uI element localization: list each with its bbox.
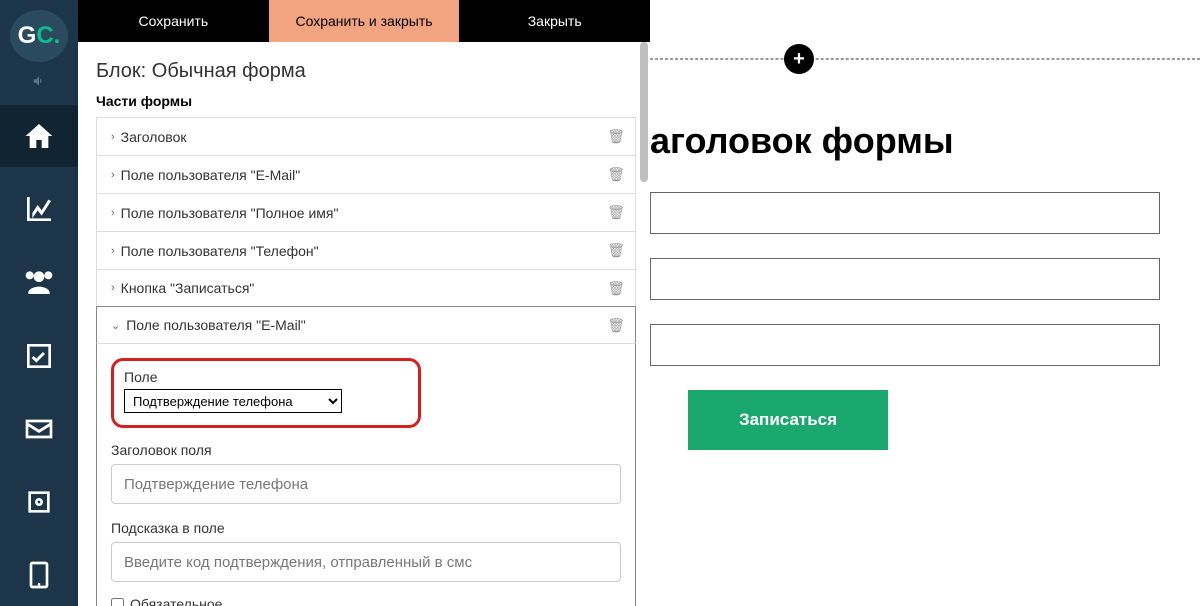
chevron-right-icon: › [111,282,115,294]
part-label: Поле пользователя "Полное имя" [121,205,339,221]
preview-input[interactable] [650,192,1160,234]
chevron-right-icon: › [111,207,115,219]
trash-icon[interactable]: 🗑 [607,317,625,334]
chevron-right-icon: › [111,169,115,181]
close-button[interactable]: Закрыть [459,0,650,42]
part-label: Кнопка "Записаться" [121,280,255,296]
section-divider [650,58,1200,60]
submit-button[interactable]: Записаться [688,390,888,450]
part-row[interactable]: › Поле пользователя "E-Mail" 🗑 [96,155,636,193]
nav-users[interactable] [0,252,78,313]
nav-chart[interactable] [0,179,78,240]
chevron-right-icon: › [111,131,115,143]
trash-icon[interactable]: 🗑 [607,128,625,145]
scrollbar-thumb[interactable] [640,42,648,182]
part-row[interactable]: › Кнопка "Записаться" 🗑 [96,269,636,307]
part-label: Поле пользователя "Телефон" [121,243,319,259]
sidebar: GC. [0,0,78,606]
expanded-body: Поле Подтверждение телефона Заголовок по… [96,344,636,606]
add-section-button[interactable]: + [784,44,814,74]
part-label: Заголовок [121,129,187,145]
chevron-right-icon: › [111,245,115,257]
part-row-expanded[interactable]: ⌄ Поле пользователя "E-Mail" 🗑 [96,306,636,344]
block-title: Блок: Обычная форма [96,60,636,83]
part-label: Поле пользователя "E-Mail" [121,167,301,183]
hint-input[interactable] [111,542,621,582]
required-label: Обязательное [130,596,222,606]
field-select[interactable]: Подтверждение телефона [124,389,342,413]
save-button[interactable]: Сохранить [78,0,269,42]
part-label: Поле пользователя "E-Mail" [126,317,306,333]
trash-icon[interactable]: 🗑 [607,242,625,259]
part-row[interactable]: › Заголовок 🗑 [96,117,636,155]
form-preview: аголовок формы Записаться [650,120,1180,450]
title-label: Заголовок поля [111,442,621,458]
trash-icon[interactable]: 🗑 [607,166,625,183]
field-highlight: Поле Подтверждение телефона [111,358,421,428]
editor-panel: Блок: Обычная форма Части формы › Заголов… [78,42,650,606]
parts-label: Части формы [96,93,636,109]
nav-mail[interactable] [0,398,78,459]
chevron-down-icon: ⌄ [111,319,120,332]
scrollbar[interactable] [640,42,650,342]
field-label: Поле [124,369,408,385]
required-checkbox[interactable] [111,598,124,606]
trash-icon[interactable]: 🗑 [607,280,625,297]
preview-area: + аголовок формы Записаться [650,0,1200,606]
nav-safe[interactable] [0,472,78,533]
hint-label: Подсказка в поле [111,520,621,536]
form-title: аголовок формы [650,120,1180,162]
save-close-button[interactable]: Сохранить и закрыть [269,0,460,42]
nav-mobile[interactable] [0,545,78,606]
preview-input[interactable] [650,258,1160,300]
trash-icon[interactable]: 🗑 [607,204,625,221]
part-row[interactable]: › Поле пользователя "Полное имя" 🗑 [96,193,636,231]
nav-check[interactable] [0,325,78,386]
logo: GC. [10,10,68,62]
editor-topbar: Сохранить Сохранить и закрыть Закрыть [78,0,650,42]
title-input[interactable] [111,464,621,504]
sound-icon[interactable] [30,74,48,93]
nav-home[interactable] [0,105,78,166]
preview-input[interactable] [650,324,1160,366]
part-row[interactable]: › Поле пользователя "Телефон" 🗑 [96,231,636,269]
